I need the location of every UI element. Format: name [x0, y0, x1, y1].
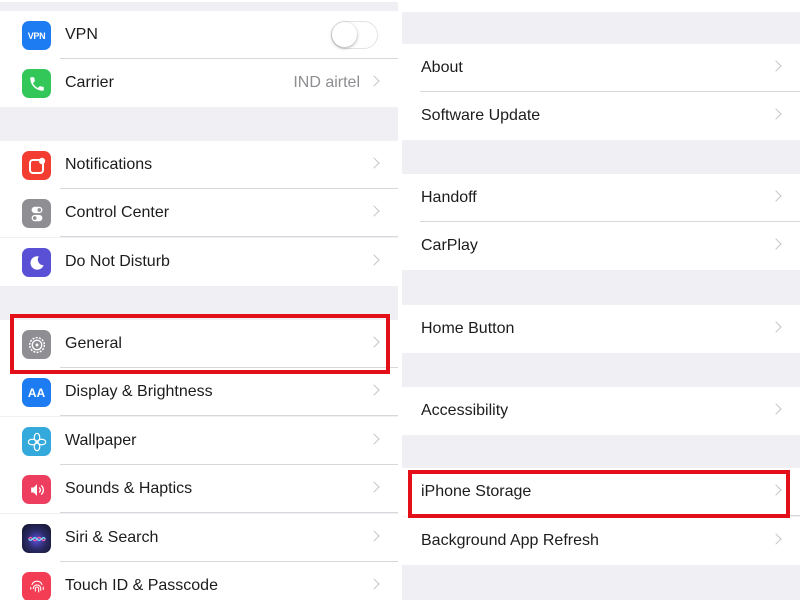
control-center-row[interactable]: Control Center: [0, 189, 398, 237]
home-button-label: Home Button: [421, 320, 515, 337]
control-center-label: Control Center: [65, 204, 170, 221]
siri-icon: [22, 524, 51, 553]
settings-main-list: VPN VPN Carrier IND airtel Notifications: [0, 0, 398, 600]
siri-search-label: Siri & Search: [65, 529, 159, 546]
vpn-row[interactable]: VPN VPN: [0, 11, 398, 59]
toggle-knob: [332, 22, 357, 47]
display-brightness-label: Display & Brightness: [65, 383, 213, 400]
chevron-right-icon: [770, 533, 782, 545]
do-not-disturb-label: Do Not Disturb: [65, 253, 170, 270]
background-app-refresh-row[interactable]: Background App Refresh: [402, 517, 800, 565]
previous-row-edge: [0, 0, 398, 2]
fingerprint-icon: [22, 572, 51, 600]
do-not-disturb-row[interactable]: Do Not Disturb: [0, 238, 398, 286]
moon-icon: [22, 248, 51, 277]
carplay-row[interactable]: CarPlay: [402, 222, 800, 270]
sounds-haptics-label: Sounds & Haptics: [65, 480, 193, 497]
touch-id-passcode-label: Touch ID & Passcode: [65, 577, 218, 594]
handoff-row[interactable]: Handoff: [402, 174, 800, 222]
chevron-right-icon: [368, 157, 380, 169]
chevron-right-icon: [368, 530, 380, 542]
general-label: General: [65, 335, 122, 352]
chevron-right-icon: [770, 108, 782, 120]
chevron-right-icon: [368, 336, 380, 348]
chevron-right-icon: [770, 403, 782, 415]
software-update-row[interactable]: Software Update: [402, 92, 800, 140]
handoff-label: Handoff: [421, 189, 477, 206]
wallpaper-label: Wallpaper: [65, 432, 137, 449]
touch-id-passcode-row[interactable]: Touch ID & Passcode: [0, 562, 398, 600]
vpn-icon: VPN: [22, 21, 51, 50]
chevron-right-icon: [368, 254, 380, 266]
about-row[interactable]: About: [402, 44, 800, 92]
chevron-right-icon: [368, 578, 380, 590]
notifications-icon: [22, 151, 51, 180]
iphone-storage-label: iPhone Storage: [421, 483, 532, 500]
accessibility-label: Accessibility: [421, 402, 509, 419]
wallpaper-row[interactable]: Wallpaper: [0, 417, 398, 465]
previous-row-edge: [402, 0, 800, 12]
display-brightness-row[interactable]: AA Display & Brightness: [0, 368, 398, 416]
chevron-right-icon: [770, 321, 782, 333]
general-row[interactable]: General: [0, 320, 398, 368]
about-label: About: [421, 59, 463, 76]
carrier-value: IND airtel: [293, 74, 360, 91]
wallpaper-icon: [22, 427, 51, 456]
siri-search-row[interactable]: Siri & Search: [0, 514, 398, 562]
background-app-refresh-label: Background App Refresh: [421, 532, 599, 549]
notifications-label: Notifications: [65, 156, 153, 173]
chevron-right-icon: [368, 384, 380, 396]
display-icon: AA: [22, 378, 51, 407]
carrier-label: Carrier: [65, 74, 114, 91]
carplay-label: CarPlay: [421, 237, 478, 254]
chevron-right-icon: [368, 75, 380, 87]
chevron-right-icon: [368, 205, 380, 217]
chevron-right-icon: [368, 481, 380, 493]
home-button-row[interactable]: Home Button: [402, 305, 800, 353]
chevron-right-icon: [770, 60, 782, 72]
iphone-storage-row[interactable]: iPhone Storage: [402, 468, 800, 516]
vpn-label: VPN: [65, 26, 98, 43]
vpn-toggle[interactable]: [331, 21, 378, 49]
gear-icon: [22, 330, 51, 359]
accessibility-row[interactable]: Accessibility: [402, 387, 800, 435]
notifications-row[interactable]: Notifications: [0, 141, 398, 189]
general-settings-list: About Software Update Handoff CarPlay Ho…: [402, 0, 800, 600]
settings-screens: VPN VPN Carrier IND airtel Notifications: [0, 0, 800, 600]
chevron-right-icon: [770, 238, 782, 250]
chevron-right-icon: [770, 484, 782, 496]
carrier-row[interactable]: Carrier IND airtel: [0, 59, 398, 107]
phone-icon: [22, 69, 51, 98]
chevron-right-icon: [368, 433, 380, 445]
control-center-icon: [22, 199, 51, 228]
sounds-haptics-row[interactable]: Sounds & Haptics: [0, 465, 398, 513]
speaker-icon: [22, 475, 51, 504]
software-update-label: Software Update: [421, 107, 541, 124]
chevron-right-icon: [770, 190, 782, 202]
